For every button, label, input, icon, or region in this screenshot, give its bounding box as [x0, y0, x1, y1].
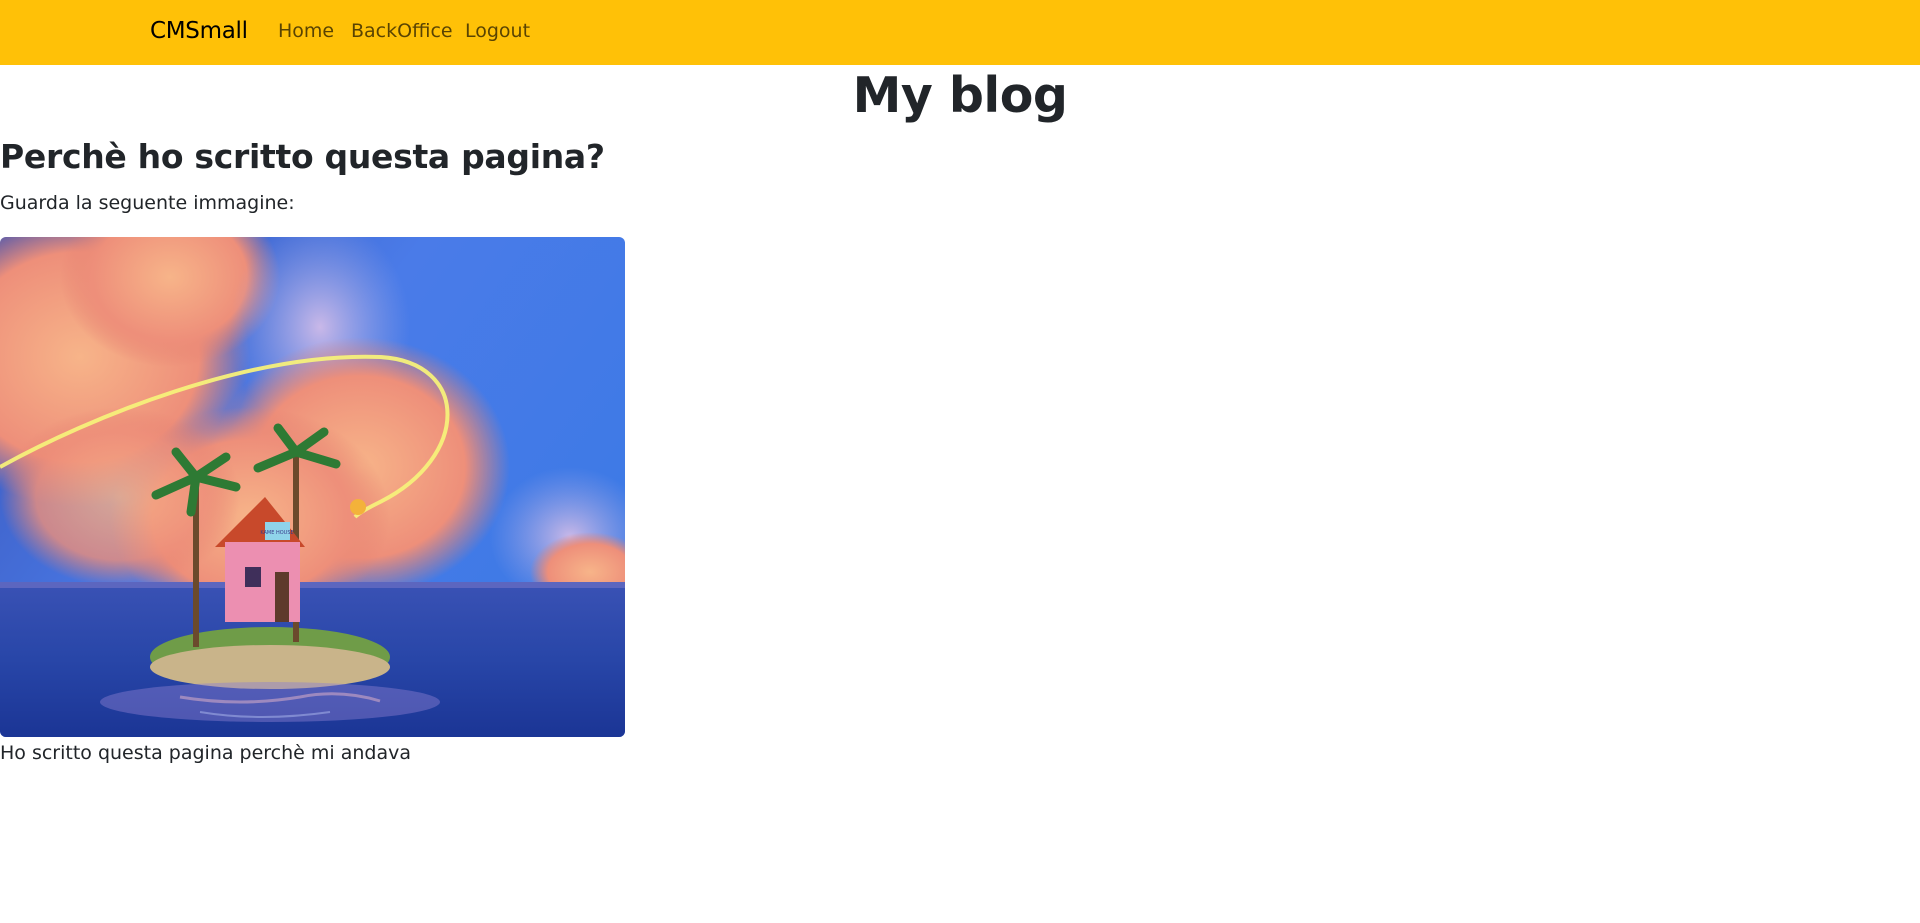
kame-house-sign: KAME HOUSE — [260, 530, 293, 536]
article-heading: Perchè ho scritto questa pagina? — [0, 137, 605, 176]
article-paragraph-2: Ho scritto questa pagina perchè mi andav… — [0, 742, 412, 764]
brand-link[interactable]: CMSmall — [150, 16, 248, 46]
nav-link-logout[interactable]: Logout — [465, 19, 530, 43]
page-title: My blog — [852, 67, 1068, 124]
island-house-illustration: KAME HOUSE — [0, 237, 625, 737]
nav-link-backoffice[interactable]: BackOffice — [351, 19, 453, 43]
nav-link-home[interactable]: Home — [278, 19, 334, 43]
article-paragraph: Guarda la seguente immagine: — [0, 192, 295, 214]
article-image: KAME HOUSE — [0, 237, 625, 737]
navbar: CMSmall Home BackOffice Logout — [0, 0, 1920, 65]
